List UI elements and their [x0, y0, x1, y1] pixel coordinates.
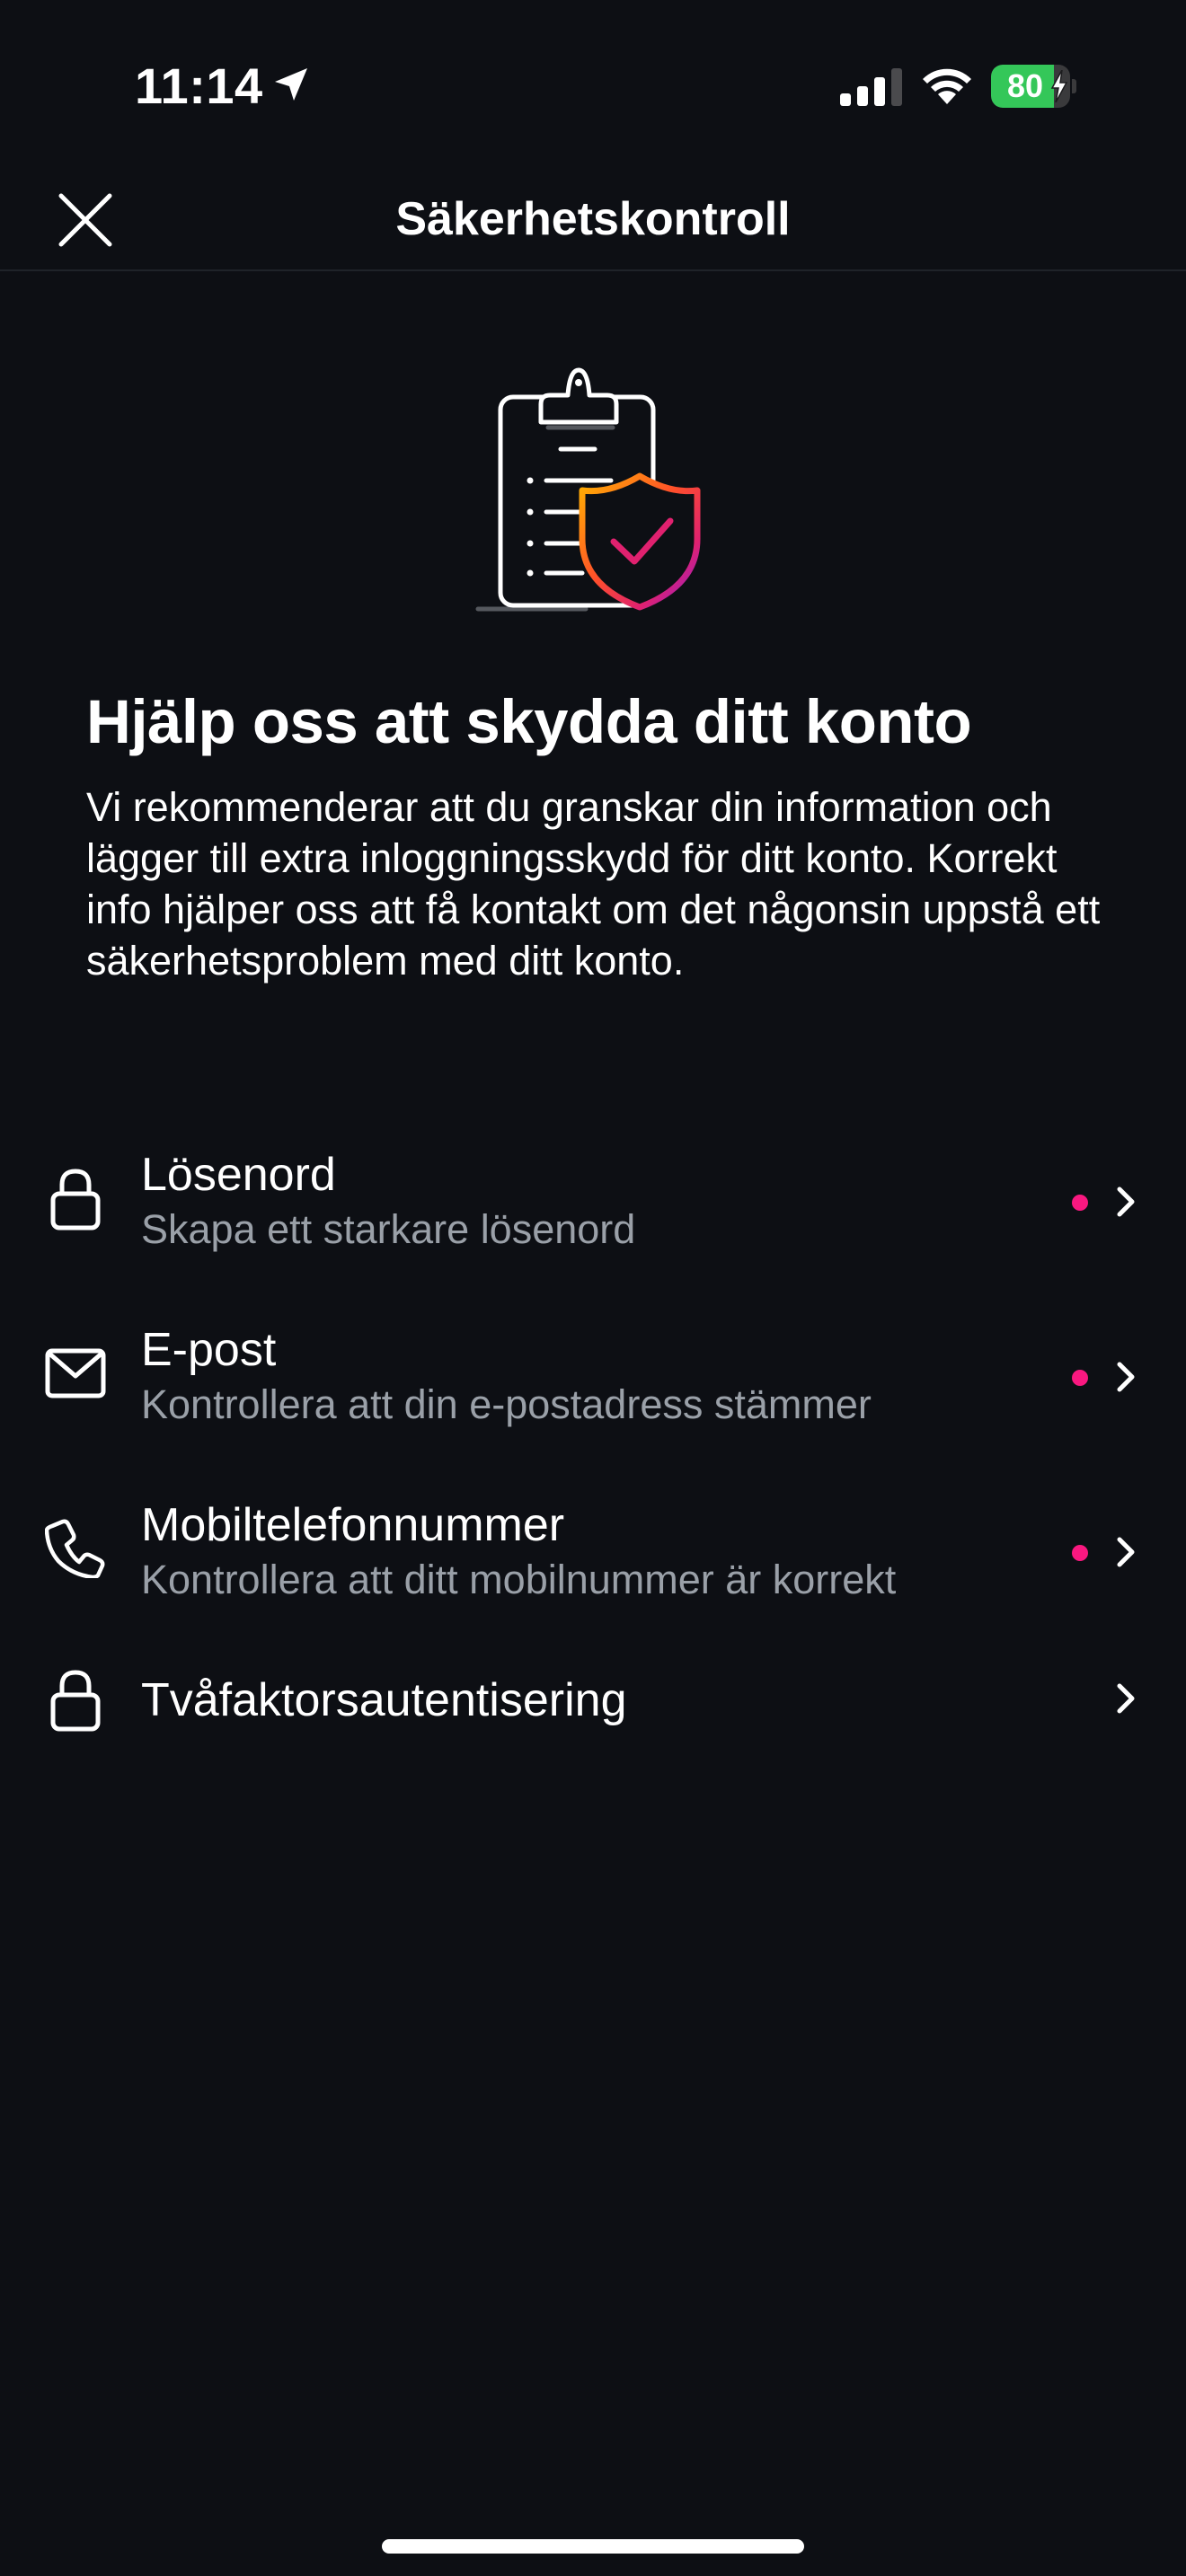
- location-arrow-icon: [275, 68, 307, 101]
- option-email[interactable]: E-post Kontrollera att din e-postadress …: [0, 1289, 1186, 1460]
- home-indicator[interactable]: [382, 2539, 804, 2554]
- battery-level: 80: [1006, 67, 1044, 104]
- alert-dot: [1072, 1545, 1088, 1561]
- alert-dot: [1072, 1370, 1088, 1386]
- phone-icon: [40, 1512, 111, 1584]
- option-password[interactable]: Lösenord Skapa ett starkare lösenord: [0, 1114, 1186, 1284]
- alert-dot: [1072, 1195, 1088, 1211]
- intro-text: Vi rekommenderar att du granskar din inf…: [86, 784, 1101, 984]
- mail-icon: [40, 1337, 111, 1408]
- security-check-screen: 11:14 80 Säkerhetskontroll Hjälp oss att…: [0, 0, 1186, 2576]
- option-phone[interactable]: Mobiltelefonnummer Kontrollera att ditt …: [0, 1464, 1186, 1635]
- option-title: E-post: [141, 1324, 277, 1376]
- battery-nub: [1072, 79, 1076, 93]
- status-time: 11:14: [135, 57, 263, 114]
- status-bar: 11:14 80: [0, 0, 1186, 171]
- option-two-factor[interactable]: Tvåfaktorsautentisering: [0, 1639, 1186, 1774]
- battery-charging-icon: 80: [991, 65, 1076, 108]
- headline: Hjälp oss att skydda ditt konto: [86, 687, 972, 756]
- lock-icon: [40, 1163, 111, 1235]
- chevron-right-icon: [1117, 1683, 1135, 1714]
- lock-icon: [40, 1664, 111, 1736]
- top-nav-bar: Säkerhetskontroll: [0, 171, 1186, 271]
- option-title: Lösenord: [141, 1149, 336, 1201]
- wifi-icon: [923, 68, 971, 104]
- option-subtitle: Kontrollera att din e-postadress stämmer: [141, 1381, 872, 1427]
- option-subtitle: Kontrollera att ditt mobilnummer är korr…: [141, 1557, 897, 1602]
- option-title: Mobiltelefonnummer: [141, 1499, 565, 1551]
- charging-bolt-icon: [1050, 70, 1068, 102]
- option-subtitle: Skapa ett starkare lösenord: [141, 1206, 636, 1252]
- option-title: Tvåfaktorsautentisering: [141, 1674, 627, 1726]
- chevron-right-icon: [1117, 1187, 1135, 1217]
- chevron-right-icon: [1117, 1537, 1135, 1567]
- signal-icon: [840, 68, 902, 106]
- chevron-right-icon: [1117, 1362, 1135, 1392]
- page-title: Säkerhetskontroll: [395, 193, 791, 245]
- clipboard-shield-check-icon: [475, 367, 701, 612]
- battery-body: 80: [991, 65, 1070, 108]
